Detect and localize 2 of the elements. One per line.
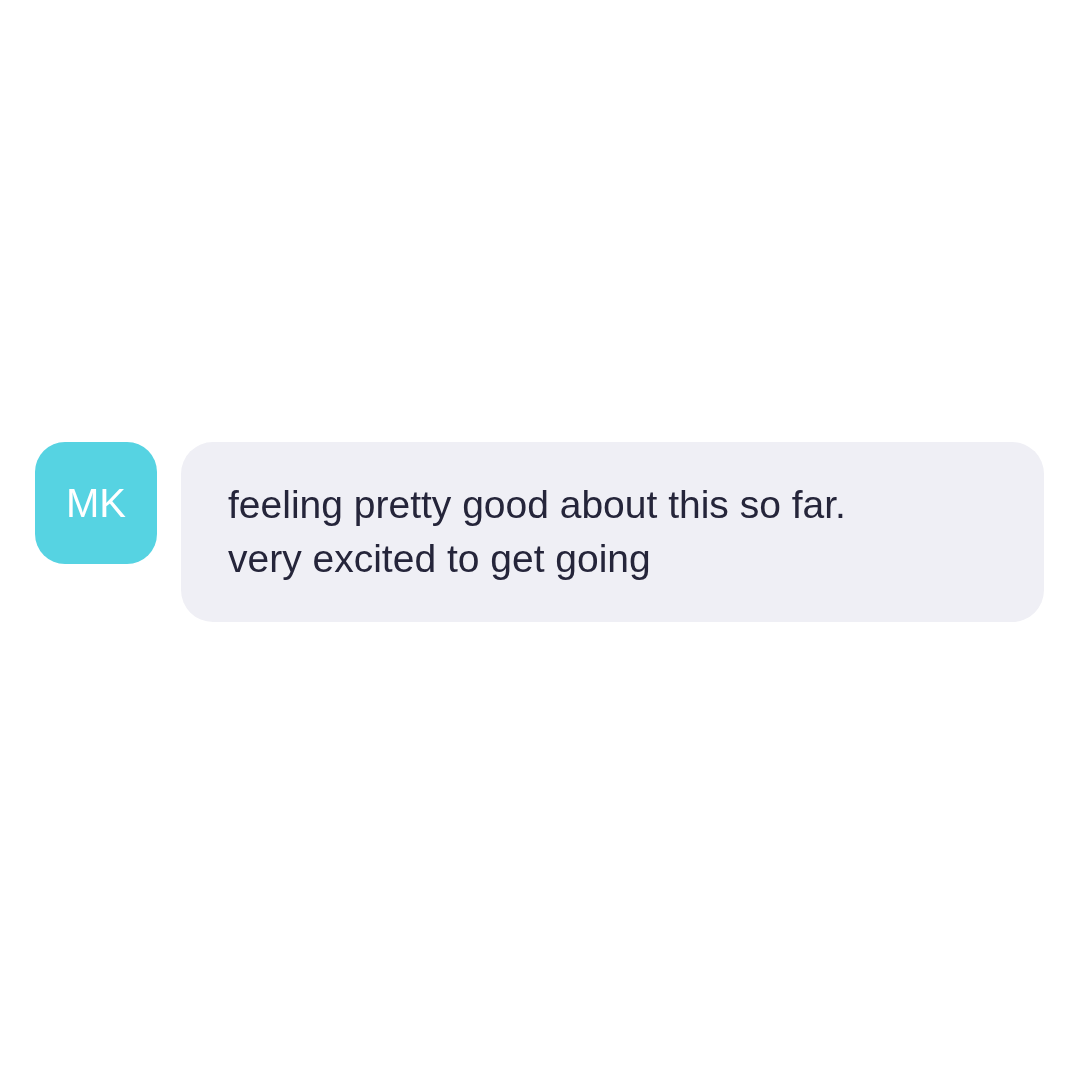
avatar: MK: [35, 442, 157, 564]
message-text: feeling pretty good about this so far. very excited to get going: [228, 482, 847, 582]
